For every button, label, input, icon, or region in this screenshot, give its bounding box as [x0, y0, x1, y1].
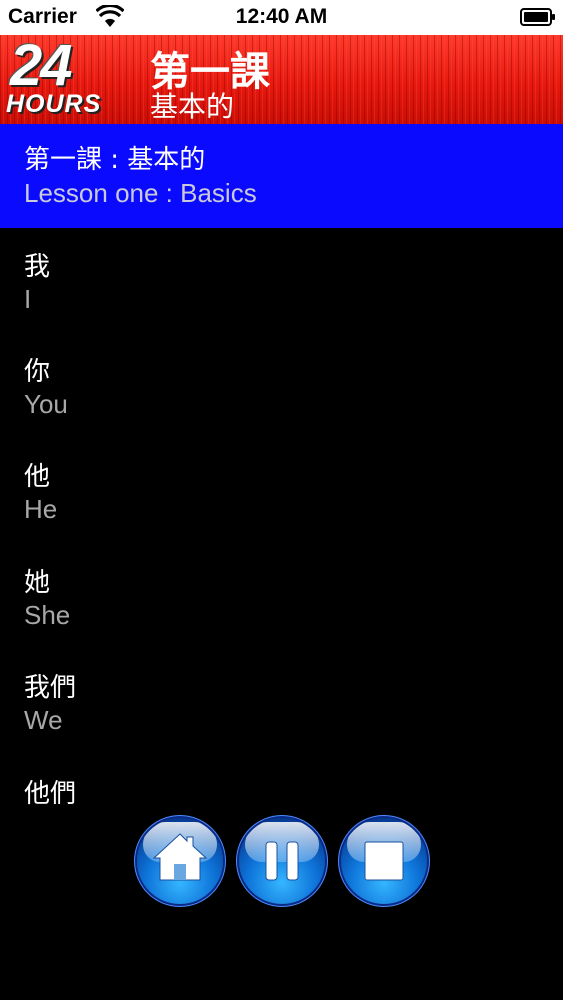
pause-button[interactable]	[239, 818, 325, 904]
lesson-title-english: Lesson one : Basics	[24, 178, 257, 208]
home-icon	[152, 833, 208, 881]
vocab-chinese: 我們	[24, 673, 77, 703]
vocab-chinese: 他們	[24, 779, 77, 809]
playback-controls	[0, 818, 563, 908]
vocab-english: She	[24, 600, 71, 630]
list-item[interactable]: 他 He	[0, 438, 563, 543]
vocab-english: He	[24, 494, 58, 524]
list-item[interactable]: 他們	[0, 755, 563, 815]
list-item[interactable]: 我們 We	[0, 649, 563, 754]
status-bar: Carrier 12:40 AM	[0, 0, 563, 35]
vocab-chinese: 你	[24, 357, 51, 387]
vocab-chinese: 他	[24, 462, 51, 492]
logo-number: 24	[10, 33, 72, 98]
logo-word: HOURS	[6, 90, 102, 118]
vocab-chinese: 她	[24, 568, 51, 598]
status-time: 12:40 AM	[235, 5, 328, 28]
battery-icon	[520, 8, 555, 26]
list-item[interactable]: 你 You	[0, 333, 563, 438]
home-button[interactable]	[137, 818, 223, 904]
lesson-title-chinese: 第一課 : 基本的	[24, 145, 206, 175]
vocab-english: You	[24, 389, 68, 419]
stop-icon	[364, 841, 404, 881]
list-item[interactable]: 她 She	[0, 544, 563, 649]
selected-lesson-row[interactable]: 第一課 : 基本的 Lesson one : Basics	[0, 124, 563, 228]
page-subtitle: 基本的	[150, 90, 235, 123]
pause-icon	[265, 841, 299, 881]
vocab-chinese: 我	[24, 252, 51, 282]
app-header: 24 HOURS 第一課 基本的	[0, 33, 563, 124]
list-item[interactable]: 我 I	[0, 228, 563, 333]
vocab-english: I	[24, 284, 32, 314]
stop-button[interactable]	[341, 818, 427, 904]
app-logo: 24 HOURS	[4, 33, 130, 122]
vocab-english: We	[24, 705, 63, 735]
